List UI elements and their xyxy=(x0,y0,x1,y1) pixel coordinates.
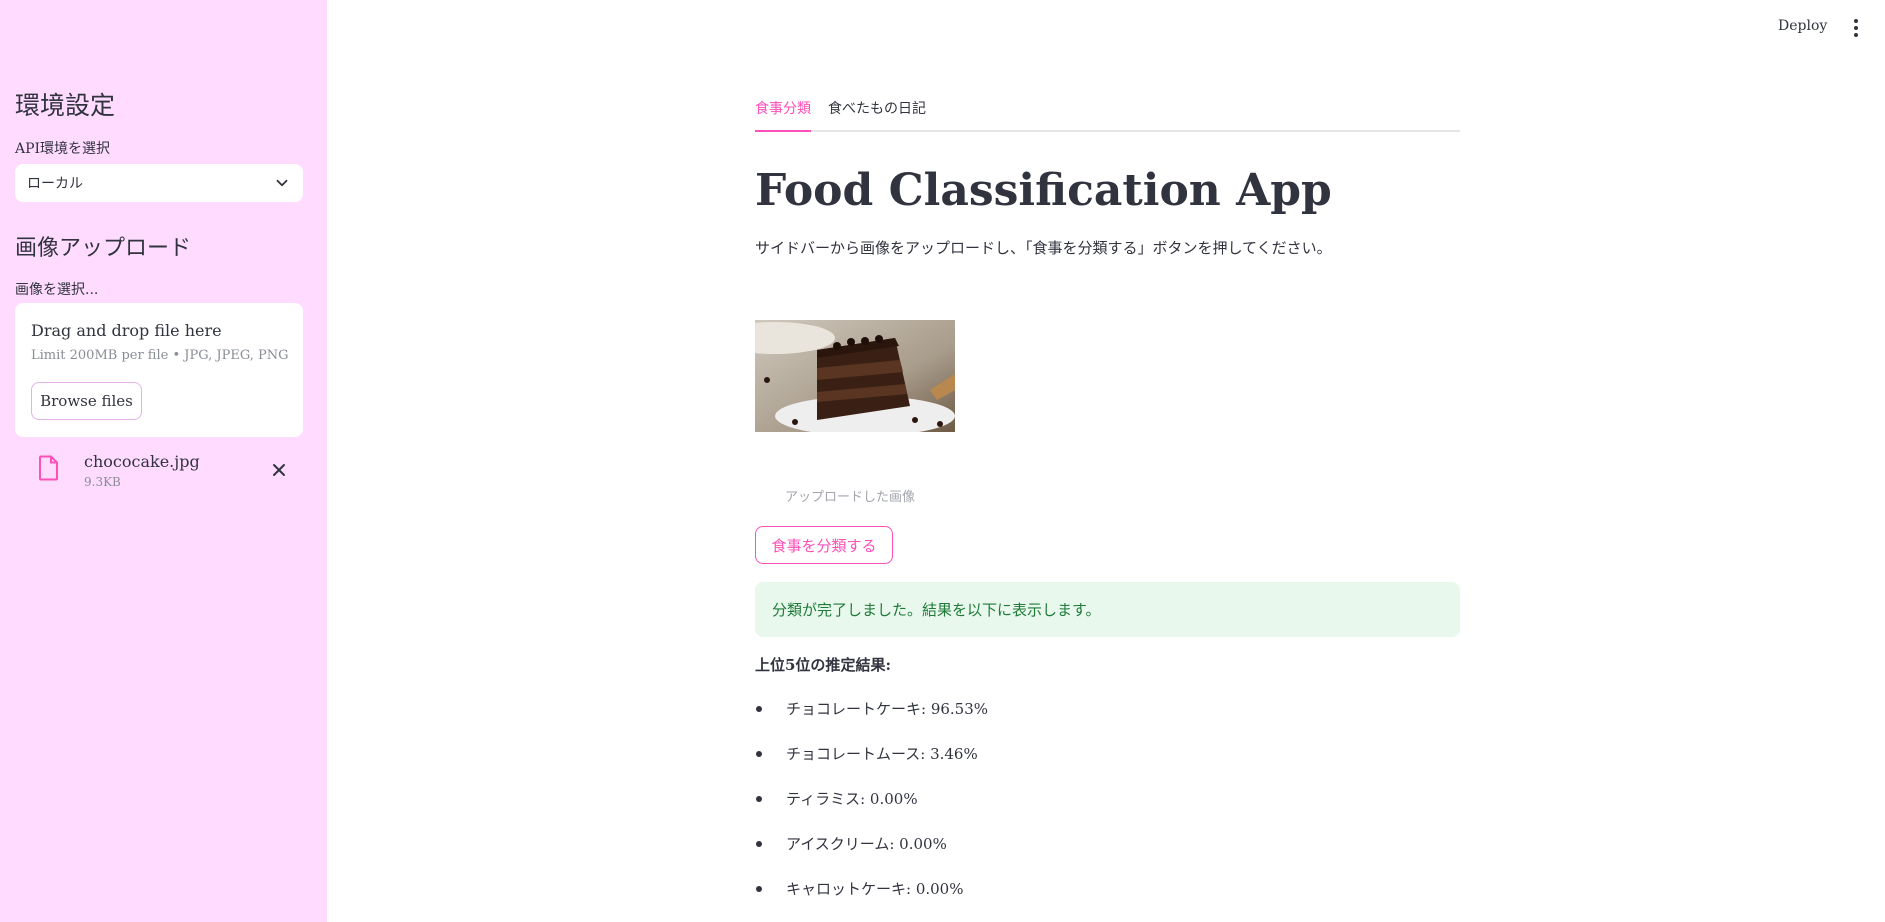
tab-food-classification[interactable]: 食事分類 xyxy=(755,98,811,132)
dropzone-limit-text: Limit 200MB per file • JPG, JPEG, PNG xyxy=(31,348,289,363)
classify-food-button[interactable]: 食事を分類する xyxy=(755,526,893,564)
bullet xyxy=(756,751,762,757)
uploaded-file-item: chococake.jpg 9.3KB xyxy=(15,446,303,494)
results-heading: 上位5位の推定結果: xyxy=(755,656,891,674)
deploy-button[interactable]: Deploy xyxy=(1778,18,1827,34)
browse-files-button[interactable]: Browse files xyxy=(31,382,142,420)
file-icon xyxy=(39,455,58,481)
env-settings-heading: 環境設定 xyxy=(15,91,116,120)
uploaded-image xyxy=(755,320,955,432)
app: 環境設定 API環境を選択 ローカル 画像アップロード 画像を選択... Dra… xyxy=(0,0,1885,922)
tab-food-diary[interactable]: 食べたもの日記 xyxy=(828,98,926,130)
bullet xyxy=(756,886,762,892)
more-vertical-icon[interactable] xyxy=(1851,18,1861,38)
bullet xyxy=(756,796,762,802)
sidebar: 環境設定 API環境を選択 ローカル 画像アップロード 画像を選択... Dra… xyxy=(0,0,327,922)
api-env-selected-value: ローカル xyxy=(27,176,83,192)
result-text: チョコレートケーキ: 96.53% xyxy=(786,700,989,718)
result-text: チョコレートムース: 3.46% xyxy=(786,745,978,763)
dropzone-instructions: Drag and drop file here xyxy=(31,321,222,340)
result-text: ティラミス: 0.00% xyxy=(786,790,918,808)
page-instructions: サイドバーから画像をアップロードし、「食事を分類する」ボタンを押してください。 xyxy=(755,239,1332,257)
success-alert: 分類が完了しました。結果を以下に表示します。 xyxy=(755,582,1460,637)
result-text: アイスクリーム: 0.00% xyxy=(786,835,947,853)
api-env-select[interactable]: ローカル xyxy=(15,164,303,202)
page-title: Food Classification App xyxy=(755,165,1332,216)
api-env-label: API環境を選択 xyxy=(15,141,111,157)
tab-bar: 食事分類 食べたもの日記 xyxy=(755,96,1460,132)
file-name: chococake.jpg xyxy=(84,452,200,471)
file-dropzone[interactable]: Drag and drop file here Limit 200MB per … xyxy=(15,303,303,437)
bullet xyxy=(756,841,762,847)
image-select-label: 画像を選択... xyxy=(15,282,99,298)
chevron-down-icon xyxy=(276,179,288,187)
result-text: キャロットケーキ: 0.00% xyxy=(786,880,964,898)
bullet xyxy=(756,706,762,712)
success-message: 分類が完了しました。結果を以下に表示します。 xyxy=(772,601,1101,619)
file-size: 9.3KB xyxy=(84,475,121,489)
close-icon[interactable] xyxy=(270,461,288,479)
image-upload-heading: 画像アップロード xyxy=(15,236,192,261)
image-caption: アップロードした画像 xyxy=(785,490,916,505)
